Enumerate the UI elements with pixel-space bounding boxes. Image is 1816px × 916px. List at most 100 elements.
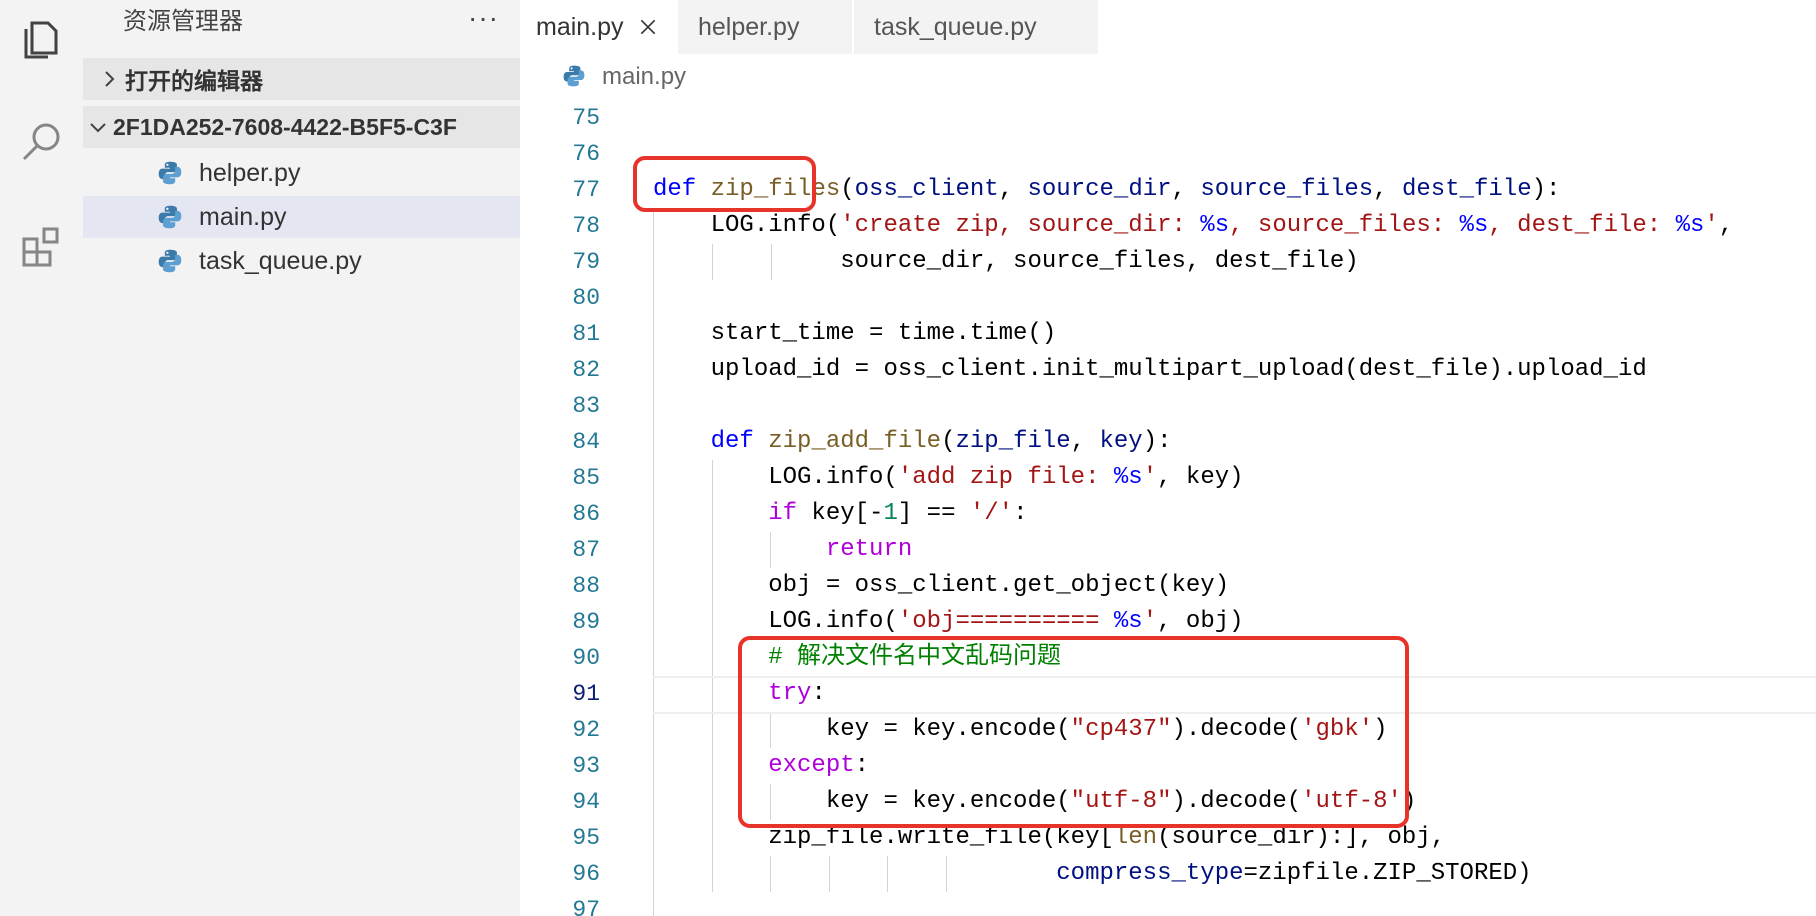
code-line[interactable]: compress_type=zipfile.ZIP_STORED) bbox=[653, 856, 1532, 892]
code-token: 1 bbox=[883, 500, 898, 527]
close-icon[interactable] bbox=[636, 15, 660, 39]
line-number: 78 bbox=[572, 213, 600, 239]
folder-label: 2F1DA252-7608-4422-B5F5-C3F bbox=[113, 113, 457, 140]
tab-label: helper.py bbox=[698, 12, 800, 41]
code-token: , key) bbox=[1157, 464, 1244, 491]
explorer-sidebar: 资源管理器 ··· 打开的编辑器 2F1DA252-7608-4422-B5F5… bbox=[83, 0, 520, 916]
line-number: 86 bbox=[572, 501, 600, 527]
code-line[interactable]: start_time = time.time() bbox=[653, 316, 1057, 352]
code-token: %s bbox=[1113, 464, 1143, 491]
code-token: 'obj========== bbox=[897, 608, 1114, 635]
code-token: ( bbox=[840, 176, 855, 203]
code-line[interactable]: obj = oss_client.get_object(key) bbox=[653, 568, 1229, 604]
file-item-main[interactable]: main.py bbox=[83, 196, 520, 238]
highlight-box-encoding-fix bbox=[738, 636, 1409, 828]
file-item-helper[interactable]: helper.py bbox=[83, 152, 520, 194]
line-number: 85 bbox=[572, 465, 600, 491]
code-token: if bbox=[768, 500, 798, 527]
code-token: 'add zip file: bbox=[897, 464, 1114, 491]
line-number: 82 bbox=[572, 357, 600, 383]
code-token: ' bbox=[1142, 464, 1158, 491]
line-number: 75 bbox=[572, 105, 600, 131]
open-editors-label: 打开的编辑器 bbox=[125, 68, 263, 94]
code-token: def bbox=[710, 428, 754, 455]
code-token: key bbox=[1099, 428, 1143, 455]
code-token: source_dir, source_files, dest_file) bbox=[653, 248, 1359, 275]
code-token: 'create zip, source_dir: bbox=[840, 212, 1201, 239]
tab-label: task_queue.py bbox=[874, 12, 1037, 41]
code-token: zip_file bbox=[955, 428, 1071, 455]
code-token: len bbox=[1113, 824, 1158, 851]
code-line[interactable]: LOG.info('create zip, source_dir: %s, so… bbox=[653, 208, 1734, 244]
code-token: %s bbox=[1200, 212, 1230, 239]
code-token: compress_type bbox=[1056, 860, 1244, 887]
line-number: 92 bbox=[572, 717, 600, 743]
code-token: source_dir bbox=[1027, 176, 1172, 203]
line-number: 90 bbox=[572, 645, 600, 671]
line-number: 81 bbox=[572, 321, 600, 347]
open-editors-section[interactable]: 打开的编辑器 bbox=[83, 58, 520, 100]
search-icon[interactable] bbox=[0, 110, 83, 172]
chevron-down-icon bbox=[83, 106, 113, 148]
file-name: main.py bbox=[199, 202, 287, 231]
line-number: 80 bbox=[572, 285, 600, 311]
file-name: helper.py bbox=[199, 158, 301, 187]
code-line[interactable]: if key[-1] == '/': bbox=[653, 496, 1028, 532]
tab-bar-empty bbox=[1098, 0, 1816, 54]
tab-task-queue-py[interactable]: task_queue.py bbox=[856, 0, 1098, 54]
extensions-icon[interactable] bbox=[0, 216, 83, 278]
line-number: 77 bbox=[572, 177, 600, 203]
code-editor[interactable]: 75 76 77 def zip_files(oss_client, source_d… bbox=[520, 100, 1816, 916]
python-file-icon bbox=[155, 202, 185, 232]
code-token: , bbox=[998, 176, 1028, 203]
line-number: 88 bbox=[572, 573, 600, 599]
line-number: 95 bbox=[572, 825, 600, 851]
tab-helper-py[interactable]: helper.py bbox=[680, 0, 854, 54]
code-token: , bbox=[1373, 176, 1402, 203]
code-token: source_files bbox=[1200, 176, 1374, 203]
tab-label: main.py bbox=[536, 12, 624, 41]
code-token: %s bbox=[1459, 212, 1489, 239]
activity-bar bbox=[0, 0, 83, 916]
code-token: , bbox=[1171, 176, 1201, 203]
code-token: ( bbox=[941, 428, 956, 455]
folder-section[interactable]: 2F1DA252-7608-4422-B5F5-C3F bbox=[83, 106, 520, 148]
file-item-task-queue[interactable]: task_queue.py bbox=[83, 240, 520, 282]
file-name: task_queue.py bbox=[199, 246, 362, 275]
breadcrumb: main.py bbox=[520, 54, 1816, 100]
code-line[interactable]: upload_id = oss_client.init_multipart_up… bbox=[653, 352, 1647, 388]
code-line[interactable]: return bbox=[653, 532, 912, 568]
code-line[interactable]: LOG.info('obj========== %s', obj) bbox=[653, 604, 1243, 640]
code-token: : bbox=[1013, 500, 1028, 527]
code-token: , bbox=[1718, 212, 1734, 239]
code-token: ' bbox=[1704, 212, 1719, 239]
line-number: 97 bbox=[572, 897, 600, 916]
line-number: 76 bbox=[572, 141, 600, 167]
code-line[interactable]: def zip_add_file(zip_file, key): bbox=[653, 424, 1172, 460]
code-token: LOG.info( bbox=[653, 464, 898, 491]
code-token: LOG.info( bbox=[653, 608, 898, 635]
line-number: 94 bbox=[572, 789, 600, 815]
tab-main-py[interactable]: main.py bbox=[520, 0, 678, 54]
code-token: =zipfile.ZIP_STORED) bbox=[1243, 860, 1532, 887]
code-token: , bbox=[1070, 428, 1100, 455]
explorer-icon[interactable] bbox=[0, 8, 83, 70]
code-token: return bbox=[825, 536, 913, 563]
editor-tabs: main.py helper.py task_queue.py bbox=[520, 0, 1816, 54]
code-token: upload_id = oss_client.init_multipart_up… bbox=[653, 356, 1647, 383]
code-token: zip_add_file bbox=[768, 428, 942, 455]
code-token: zip_file.write_file(key[ bbox=[653, 824, 1114, 851]
python-file-icon bbox=[562, 64, 588, 90]
code-line[interactable]: source_dir, source_files, dest_file) bbox=[653, 244, 1359, 280]
code-token: key[- bbox=[797, 500, 884, 527]
code-token: start_time = time.time() bbox=[653, 320, 1057, 347]
code-token: oss_client bbox=[854, 176, 999, 203]
code-token: , source_files: bbox=[1229, 212, 1460, 239]
code-line[interactable]: LOG.info('add zip file: %s', key) bbox=[653, 460, 1244, 496]
breadcrumb-file[interactable]: main.py bbox=[602, 63, 686, 91]
more-actions-button[interactable]: ··· bbox=[468, 0, 499, 36]
